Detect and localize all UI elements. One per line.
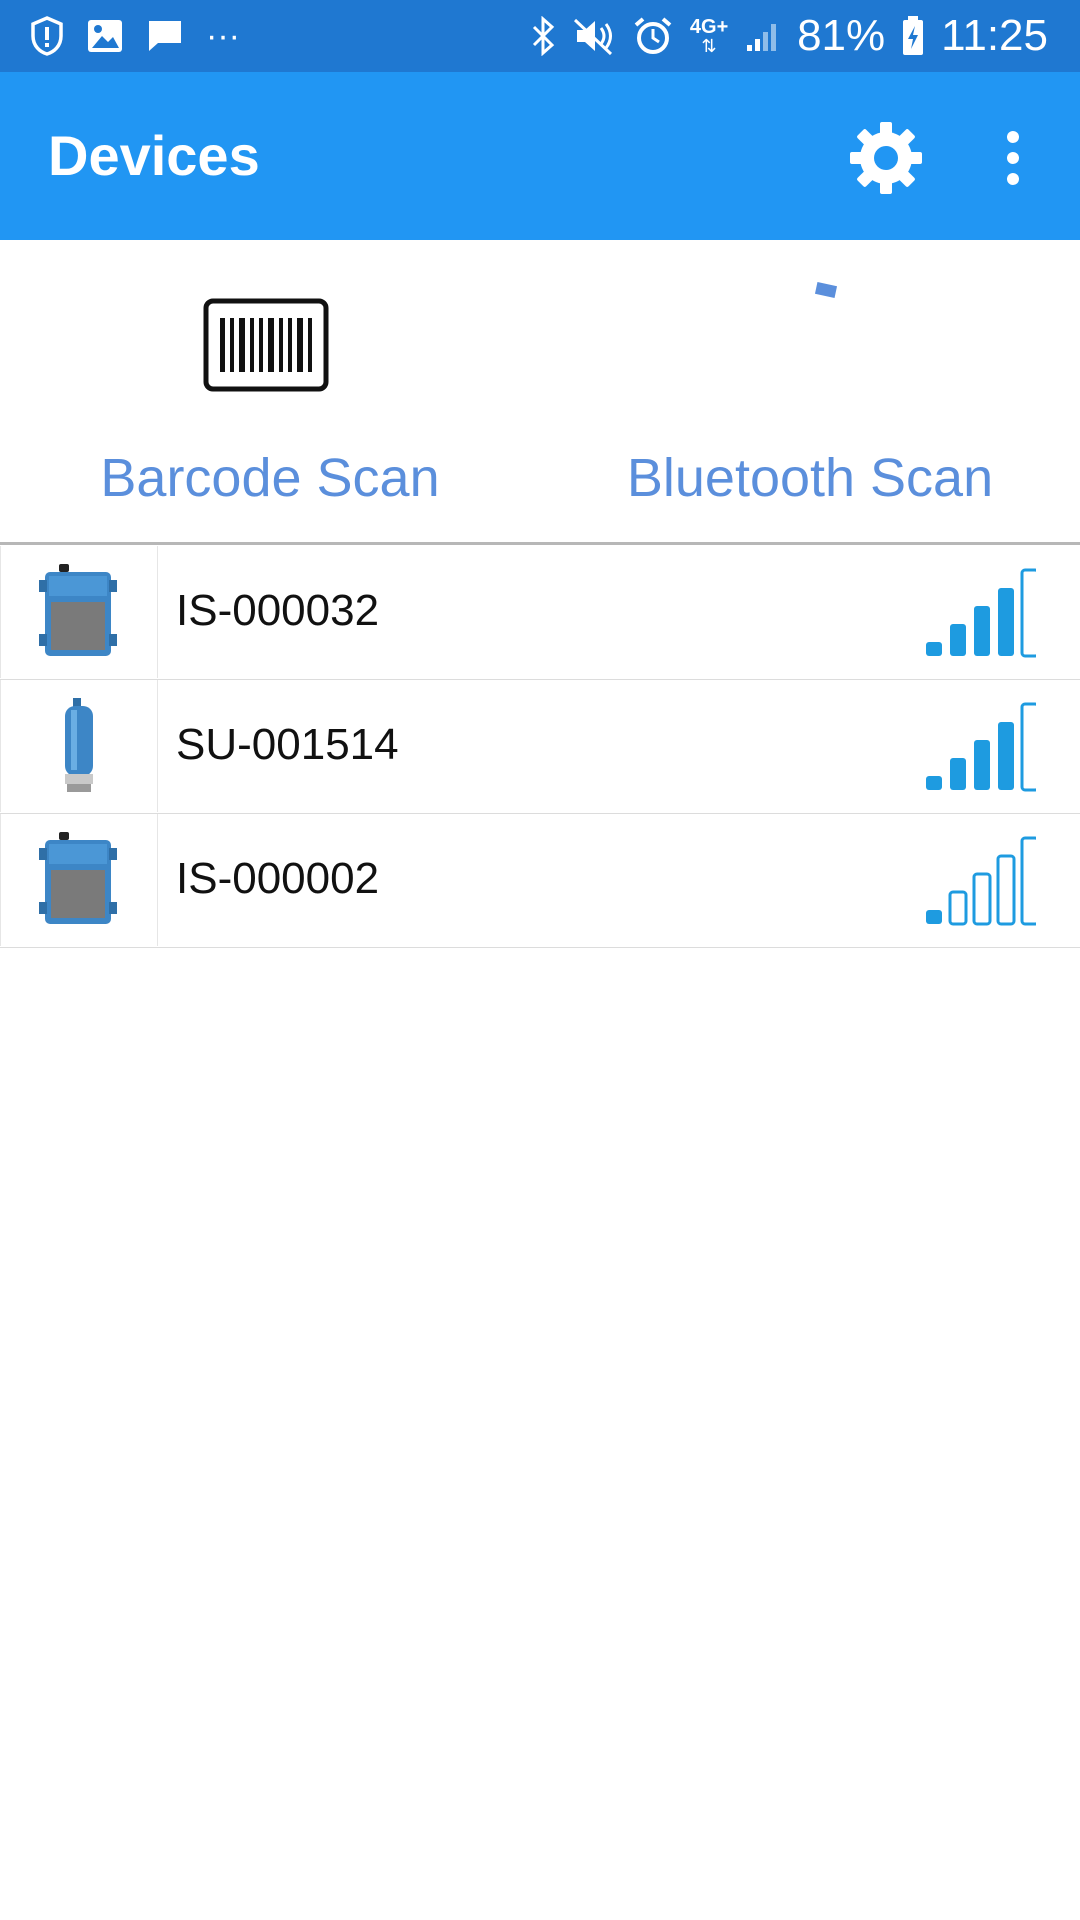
divider — [0, 542, 1080, 545]
device-name: IS-000002 — [176, 854, 380, 903]
more-notifications-icon: ··· — [206, 17, 240, 55]
signal-strength-icon — [926, 702, 1036, 792]
network-4g-icon: 4G+ ⇅ — [689, 16, 729, 56]
signal-bar — [974, 740, 990, 790]
device-name: SU-001514 — [176, 720, 399, 769]
cylinder-sensor-device-icon — [65, 698, 93, 792]
signal-strength-icon — [926, 836, 1036, 926]
device-thumbnail — [0, 814, 158, 946]
signal-bar — [950, 624, 966, 656]
gear-icon[interactable] — [848, 120, 924, 196]
signal-bar — [974, 606, 990, 656]
bluetooth-icon — [533, 16, 555, 56]
signal-bar — [998, 722, 1014, 790]
device-thumbnail — [0, 546, 158, 678]
box-sensor-device-icon — [39, 832, 117, 924]
device-list: IS-000032 SU-001514 IS-000002 — [0, 546, 1080, 948]
app-bar: Devices — [0, 72, 1080, 240]
alarm-icon — [634, 17, 672, 54]
loading-spinner-icon — [814, 282, 838, 298]
bluetooth-scan-button[interactable]: Bluetooth Scan — [540, 240, 1080, 542]
signal-strength-icon — [926, 568, 1036, 658]
battery-percent: 81% — [797, 11, 886, 60]
status-left: ··· — [30, 14, 240, 58]
bluetooth-scan-label: Bluetooth Scan — [626, 448, 994, 508]
status-bar: ··· 4G+ ⇅ 81% 11:25 — [0, 0, 1080, 72]
barcode-scan-button[interactable]: Barcode Scan — [0, 240, 540, 542]
signal-bar — [998, 588, 1014, 656]
signal-bar — [926, 910, 942, 924]
device-row[interactable]: SU-001514 — [0, 680, 1080, 814]
signal-bar — [950, 758, 966, 790]
cell-signal-icon — [747, 24, 777, 51]
overflow-menu-icon[interactable] — [988, 128, 1038, 188]
device-row[interactable]: IS-000032 — [0, 546, 1080, 680]
signal-bar — [1020, 702, 1036, 792]
box-sensor-device-icon — [39, 564, 117, 656]
signal-bar — [972, 872, 992, 926]
scan-panel: Barcode Scan Bluetooth Scan — [0, 240, 1080, 542]
page-title: Devices — [48, 124, 260, 187]
signal-bar — [948, 890, 968, 926]
barcode-scan-label: Barcode Scan — [100, 448, 440, 508]
signal-bar — [1020, 568, 1036, 658]
mute-icon — [574, 18, 613, 56]
signal-bar — [996, 854, 1016, 926]
battery-charging-icon — [903, 16, 924, 55]
signal-bar — [926, 642, 942, 656]
image-icon — [88, 20, 122, 52]
device-thumbnail — [0, 680, 158, 812]
signal-bar — [1020, 836, 1036, 926]
message-icon — [149, 21, 181, 51]
device-name: IS-000032 — [176, 586, 380, 635]
status-time: 11:25 — [941, 11, 1048, 60]
signal-bar — [926, 776, 942, 790]
barcode-icon — [203, 298, 329, 392]
shield-alert-icon — [31, 16, 63, 56]
status-right: 4G+ ⇅ 81% 11:25 — [531, 10, 1048, 62]
device-row[interactable]: IS-000002 — [0, 814, 1080, 948]
network-type-label: 4G+ — [689, 16, 729, 38]
